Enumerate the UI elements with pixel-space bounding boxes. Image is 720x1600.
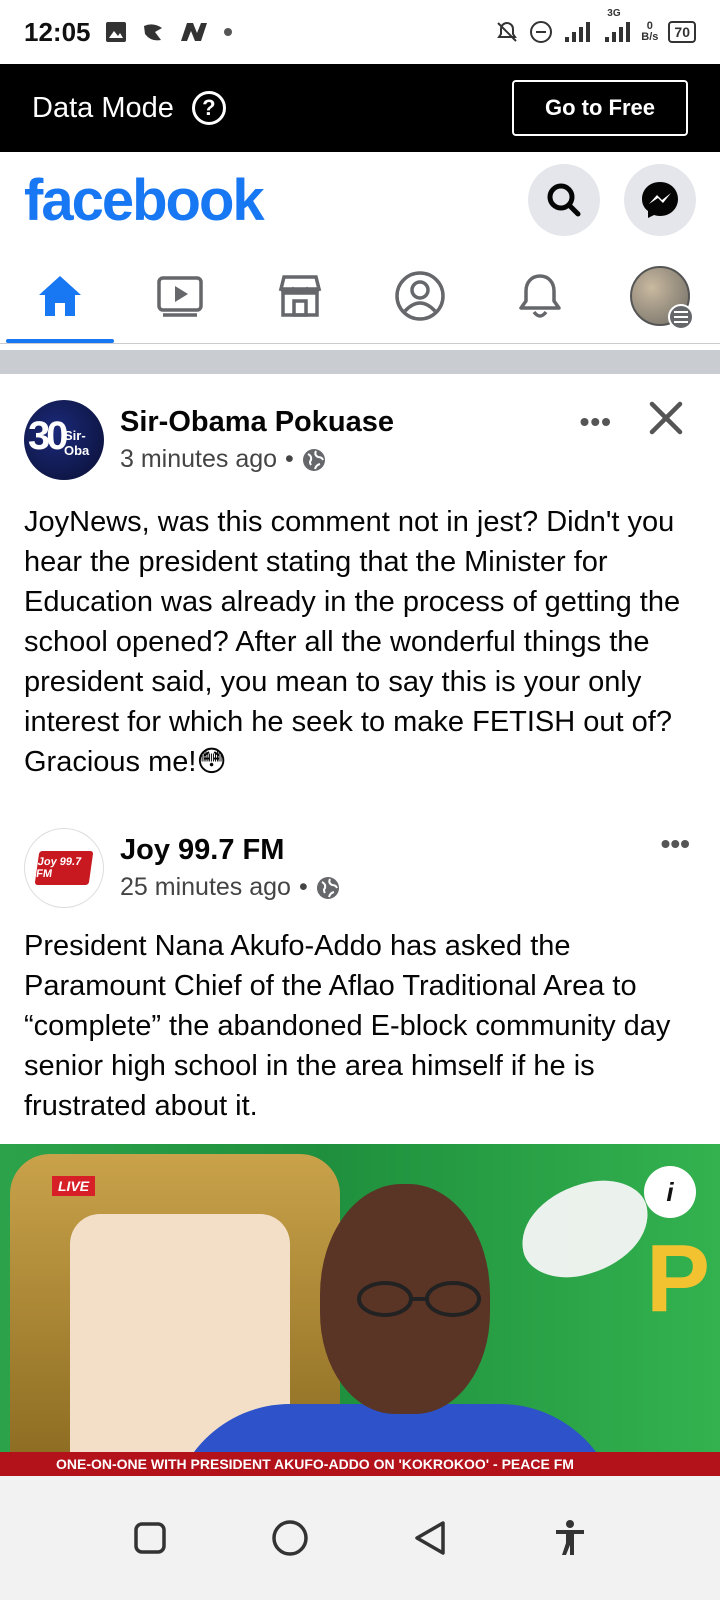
tab-watch[interactable] (120, 248, 240, 343)
search-icon (547, 183, 581, 217)
shared-post-text: President Nana Akufo-Addo has asked the … (24, 930, 671, 1122)
close-icon (649, 401, 683, 435)
mute-icon (497, 21, 518, 42)
live-badge: LIVE (52, 1176, 96, 1196)
bell-icon (519, 273, 561, 318)
gallery-icon (105, 22, 126, 42)
accessibility-button[interactable] (530, 1498, 610, 1578)
network-speed-unit: B/s (641, 31, 659, 43)
background-letter: P (645, 1225, 710, 1332)
meta-separator: • (285, 445, 294, 473)
status-time: 12:05 (24, 16, 91, 47)
tab-profile[interactable] (360, 248, 480, 343)
menu-icon (668, 303, 694, 330)
network-type: 3G (603, 8, 631, 44)
app-notification-icon (143, 24, 162, 41)
messenger-button[interactable] (624, 164, 696, 236)
tab-marketplace[interactable] (240, 248, 360, 343)
post-time[interactable]: 3 minutes ago (120, 445, 277, 474)
search-button[interactable] (528, 164, 600, 236)
circle-icon (272, 1520, 308, 1556)
store-icon (278, 274, 322, 317)
meta-separator: • (298, 873, 308, 901)
post-image[interactable]: P LIVE i ONE-ON-ONE WITH PRESIDENT AKUFO… (0, 1144, 720, 1476)
glasses (357, 1281, 481, 1317)
status-left-icons (105, 20, 233, 44)
network-speed: 0 B/s (641, 21, 658, 43)
post-header: 30 Sir-Oba Sir-Obama Pokuase 3 minutes a… (24, 400, 696, 480)
recents-button[interactable] (110, 1498, 190, 1578)
facebook-logo[interactable]: facebook (24, 167, 265, 234)
hide-post-button[interactable] (648, 400, 684, 441)
joy-fm-logo: Joy 99.7 FM (34, 851, 94, 885)
profile-icon (395, 270, 445, 321)
dnd-icon (530, 21, 553, 43)
home-icon (39, 275, 81, 316)
post-more-button[interactable]: ••• (580, 406, 612, 438)
shared-author-avatar[interactable]: Joy 99.7 FM (24, 828, 104, 908)
news-app-icon (180, 23, 207, 41)
accessibility-icon (556, 1520, 584, 1555)
feed-separator (0, 350, 720, 374)
network-label: 3G (607, 8, 621, 19)
status-right-icons: 3G 0 B/s 70 (495, 8, 696, 44)
battery-indicator: 70 (668, 21, 696, 43)
tab-home[interactable] (0, 248, 120, 343)
help-icon[interactable]: ? (191, 91, 226, 125)
tab-notifications[interactable] (480, 248, 600, 343)
info-button[interactable]: i (644, 1166, 696, 1218)
home-button[interactable] (250, 1498, 330, 1578)
post-meta: 3 minutes ago • (120, 445, 394, 474)
back-triangle-icon (415, 1521, 445, 1555)
post-body-text: JoyNews, was this comment not in jest? D… (24, 506, 681, 778)
system-nav-bar (0, 1476, 720, 1600)
globe-icon (302, 448, 325, 471)
author-avatar[interactable]: 30 Sir-Oba (24, 400, 104, 480)
data-mode-bar: Data Mode ? Go to Free (0, 64, 720, 152)
shared-more-button[interactable]: ••• (661, 828, 690, 860)
shared-post-header: Joy 99.7 FM Joy 99.7 FM 25 minutes ago •… (24, 828, 696, 908)
shared-post-time[interactable]: 25 minutes ago (120, 873, 291, 902)
main-tab-bar (0, 248, 720, 344)
go-to-free-button[interactable]: Go to Free (512, 80, 688, 136)
back-button[interactable] (390, 1498, 470, 1578)
data-mode-title: Data Mode (32, 91, 174, 124)
tab-menu[interactable] (600, 248, 720, 343)
globe-icon (316, 876, 339, 899)
author-name[interactable]: Sir-Obama Pokuase (120, 406, 394, 439)
user-avatar (630, 265, 694, 330)
avatar-text: Sir-Oba (64, 428, 90, 458)
signal-icon-2 (605, 22, 631, 42)
status-bar: 12:05 3G 0 B/s 70 (0, 0, 720, 64)
square-icon (134, 1522, 166, 1554)
shared-author-name[interactable]: Joy 99.7 FM (120, 834, 340, 867)
facebook-header: facebook (0, 152, 720, 248)
dot-icon (223, 28, 232, 36)
shared-post-meta: 25 minutes ago • (120, 873, 340, 902)
author-info: Sir-Obama Pokuase 3 minutes ago • (120, 406, 394, 474)
shared-author-info: Joy 99.7 FM 25 minutes ago • (120, 834, 340, 902)
signal-icon (565, 22, 591, 42)
messenger-icon (642, 182, 678, 218)
news-ticker: ONE-ON-ONE WITH PRESIDENT AKUFO-ADDO ON … (0, 1452, 720, 1476)
video-icon (157, 275, 203, 317)
